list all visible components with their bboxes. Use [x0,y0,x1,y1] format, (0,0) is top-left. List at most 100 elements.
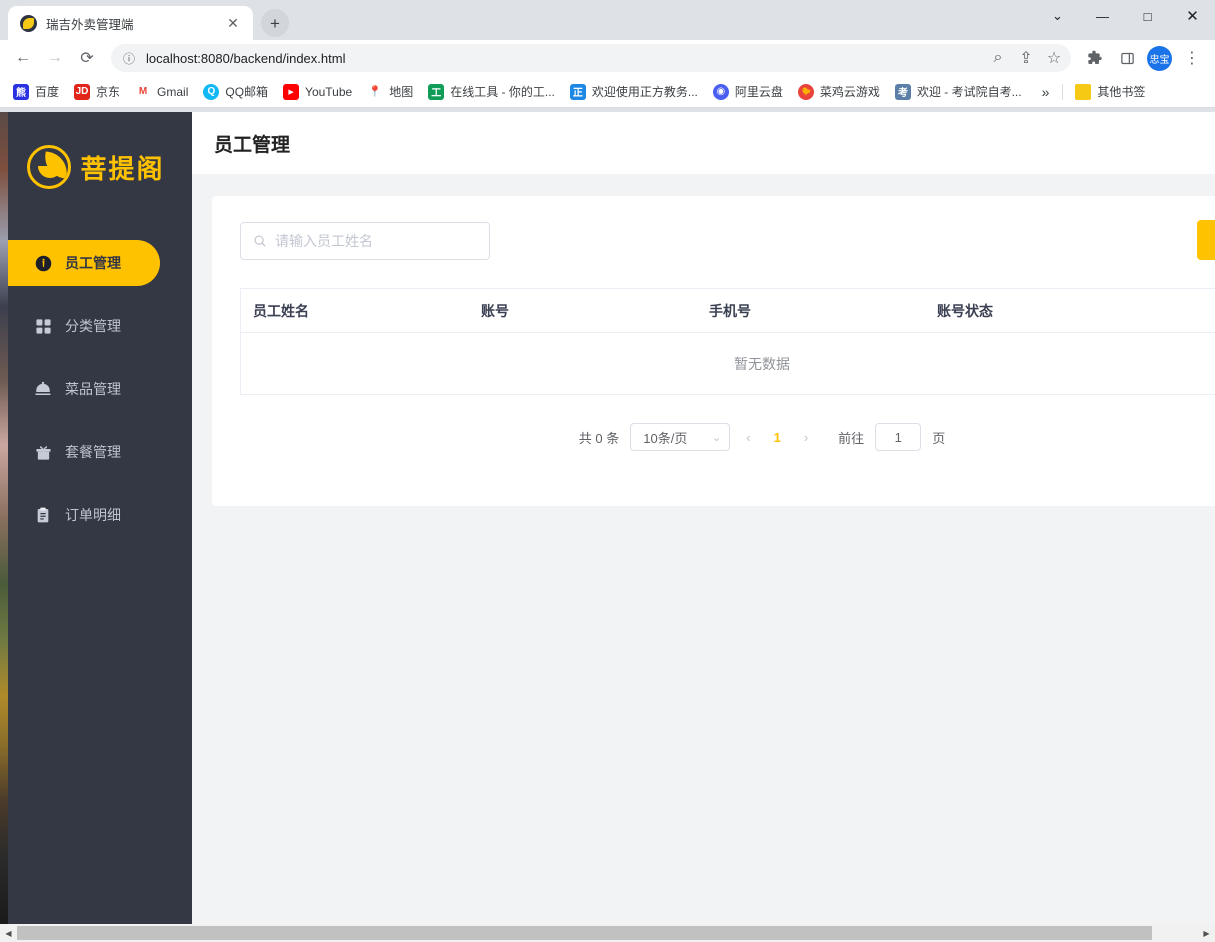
search-placeholder: 请输入员工姓名 [275,233,373,249]
page-title: 员工管理 [214,134,291,156]
sidebar-item-label: 套餐管理 [65,444,121,460]
extensions-icon[interactable] [1080,43,1110,73]
sidebar-item-dish[interactable]: 菜品管理 [0,366,192,412]
sidebar-item-order[interactable]: 订单明细 [0,492,192,538]
bookmark-favicon: ▶ [283,83,300,100]
bookmark-favicon: 工 [428,83,445,100]
new-tab-button[interactable]: + [261,9,289,37]
scrollbar-thumb[interactable] [17,926,1152,940]
bookmark-star-icon[interactable]: ☆ [1041,45,1067,71]
admin-app: 菩提阁 员工管理 分类管理 菜品管理 套餐管理 订单明细 员工管理 请输入员工姓… [0,112,1215,924]
bookmark-item[interactable]: 正欢迎使用正方教务... [563,79,705,104]
minimize-button[interactable]: — [1080,0,1125,32]
bookmark-label: YouTube [305,84,353,99]
bookmark-label: 菜鸡云游戏 [819,85,880,99]
scroll-right-arrow[interactable]: ▶ [1198,924,1215,942]
site-info-icon[interactable]: ⓘ [121,50,137,66]
jump-page-input[interactable]: 1 [875,423,922,451]
close-tab-icon[interactable]: ✕ [223,13,243,33]
scrollbar-track[interactable] [17,924,1198,942]
omnibox-actions: ⌕ ⇪ ☆ [985,45,1067,71]
browser-toolbar: ← → ⟳ ⓘ localhost:8080/backend/index.htm… [0,40,1215,76]
table-empty-state: 暂无数据 [241,333,1215,395]
sidebar-item-label: 分类管理 [65,318,121,334]
bookmark-favicon: ◉ [712,83,729,100]
column-header-account: 账号 [481,302,509,319]
other-bookmarks-label: 其他书签 [1097,85,1146,99]
chevron-down-icon: ⌄ [712,431,722,444]
category-grid-icon [34,317,52,335]
bookmarks-bar: 熊百度 JD 京东 M Gmail Q QQ邮箱 ▶ YouTube 📍 地图 工在线工具… [0,76,1215,108]
bookmark-item[interactable]: ◉ 阿里云盘 [706,79,790,104]
bookmark-item[interactable]: 工在线工具 - 你的工... [421,79,562,104]
prev-page-button[interactable]: ‹ [741,430,755,445]
browser-window: 瑞吉外卖管理端 ✕ + ⌄ — □ ✕ ← → ⟳ ⓘ localhost:80… [0,0,1215,942]
browser-menu-icon[interactable]: ⋮ [1177,43,1207,73]
tab-search-icon[interactable]: ⌄ [1035,0,1080,32]
bookmark-item[interactable]: JD 京东 [67,79,127,104]
bookmark-label: 阿里云盘 [734,85,783,99]
browser-tab[interactable]: 瑞吉外卖管理端 ✕ [8,6,253,40]
profile-avatar[interactable]: 忠宝 [1147,45,1172,71]
bookmark-favicon: 正 [569,83,586,100]
combo-gift-icon [34,443,52,461]
bookmark-favicon: 考 [894,83,911,100]
maximize-button[interactable]: □ [1125,0,1170,32]
bookmarks-overflow-icon[interactable]: » [1034,82,1058,102]
bookmark-item[interactable]: 考欢迎 - 考试院自考... [888,79,1029,104]
ruiji-favicon [20,14,37,32]
bookmark-item[interactable]: 熊百度 [6,79,66,104]
bookmark-label: 欢迎使用正方教务... [591,85,698,99]
sidebar-item-employee[interactable]: 员工管理 [0,240,160,286]
logo-text: 菩提阁 [80,153,165,184]
bookmark-favicon: 📍 [368,86,383,98]
table-header-row: 员工姓名 账号 手机号 账号状态 [241,289,1215,333]
page-size-select[interactable]: 10条/页 ⌄ [630,423,731,451]
back-icon[interactable]: ← [8,43,38,73]
search-icon [253,234,267,248]
bookmark-item[interactable]: M Gmail [128,80,195,104]
tab-strip: 瑞吉外卖管理端 ✕ + [0,0,1035,40]
bookmark-favicon: 🐤 [797,83,814,100]
bookmark-item[interactable]: ▶ YouTube [276,80,359,104]
bookmark-item[interactable]: 📍 地图 [360,79,420,104]
horizontal-scrollbar[interactable]: ◀ ▶ [0,924,1215,942]
bookmark-favicon: Q [203,83,220,100]
close-window-button[interactable]: ✕ [1170,0,1215,32]
app-logo: 菩提阁 [0,112,192,222]
bookmark-label: 欢迎 - 考试院自考... [916,85,1022,99]
employee-icon [34,254,52,272]
address-bar[interactable]: ⓘ localhost:8080/backend/index.html ⌕ ⇪ … [111,44,1071,72]
other-bookmarks-button[interactable]: 其他书签 [1068,79,1152,104]
dish-cloche-icon [34,380,52,398]
page-header: 员工管理 [192,112,1215,174]
search-input[interactable]: 请输入员工姓名 [240,222,490,260]
sidebar-item-category[interactable]: 分类管理 [0,303,192,349]
background-window-strip [0,112,8,924]
sidebar-item-label: 订单明细 [65,507,121,523]
column-header-name: 员工姓名 [253,302,309,319]
page-number-1[interactable]: 1 [767,430,788,445]
side-panel-icon[interactable] [1112,43,1142,73]
browser-titlebar: 瑞吉外卖管理端 ✕ + ⌄ — □ ✕ [0,0,1215,40]
page-size-value: 10条/页 [643,430,688,446]
search-row: 请输入员工姓名 + 新增员工 [240,220,1215,260]
bookmark-item[interactable]: 🐤 菜鸡云游戏 [791,79,887,104]
bookmark-label: 京东 [96,85,121,99]
address-bar-url: localhost:8080/backend/index.html [146,50,346,66]
forward-icon[interactable]: → [40,43,70,73]
sidebar-item-label: 菜品管理 [65,381,121,397]
omnibox-search-icon[interactable]: ⌕ [985,45,1011,71]
leaf-bowl-logo [27,145,72,189]
bookmark-item[interactable]: Q QQ邮箱 [196,79,275,104]
content-card: 请输入员工姓名 + 新增员工 员工姓名 账号 手机号 账号状态 暂无数据 [212,196,1215,506]
tab-title: 瑞吉外卖管理端 [46,17,134,32]
scroll-left-arrow[interactable]: ◀ [0,924,17,942]
add-employee-button[interactable]: + 新增员工 [1197,220,1215,260]
bookmark-label: 在线工具 - 你的工... [450,85,555,99]
reload-icon[interactable]: ⟳ [72,43,102,73]
employee-table: 员工姓名 账号 手机号 账号状态 暂无数据 [240,288,1215,395]
sidebar-item-combo[interactable]: 套餐管理 [0,429,192,475]
share-icon[interactable]: ⇪ [1013,45,1039,71]
next-page-button[interactable]: › [799,430,813,445]
